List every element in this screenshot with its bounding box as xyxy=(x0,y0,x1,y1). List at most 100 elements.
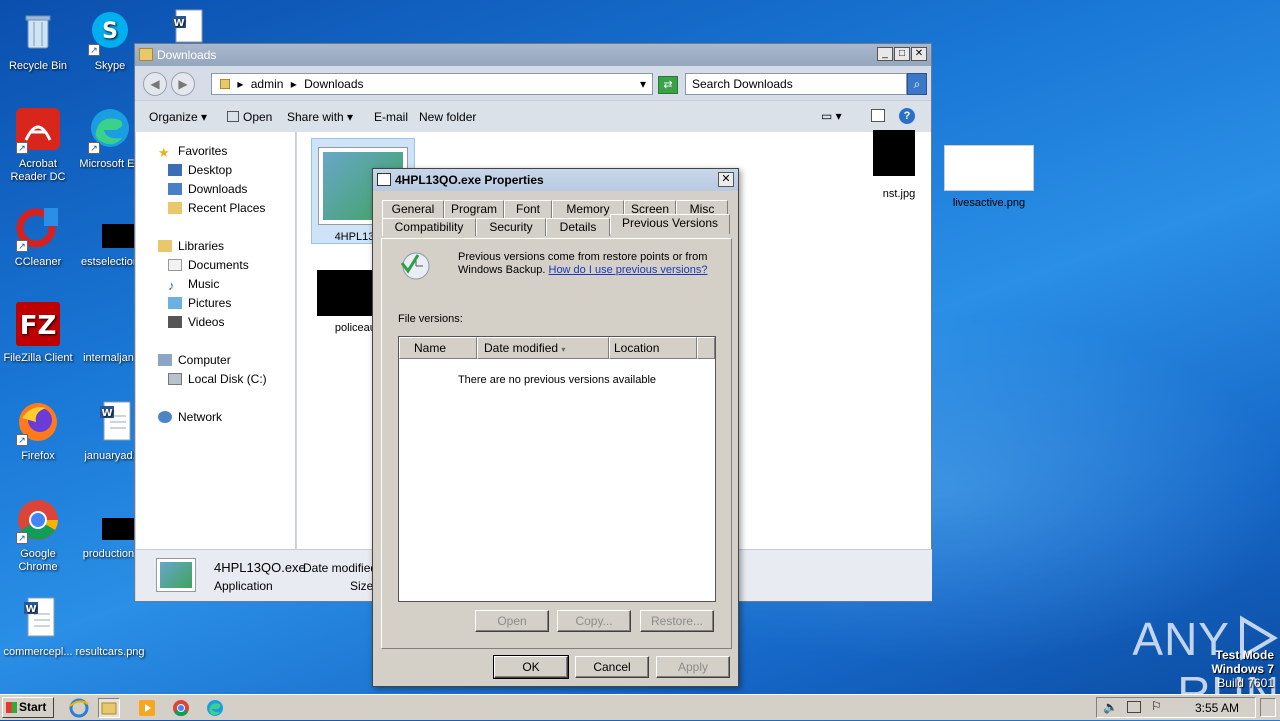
open-version-button[interactable]: Open xyxy=(475,610,549,632)
explorer-titlebar[interactable]: Downloads _ □ ✕ xyxy=(135,44,931,66)
chevron-down-icon[interactable]: ▾ xyxy=(640,74,646,94)
column-header-location[interactable]: Location xyxy=(609,337,697,359)
chevron-right-icon: ▸ xyxy=(237,77,244,91)
folder-icon xyxy=(220,79,230,89)
column-header-date-modified[interactable]: Date modified ▾ xyxy=(477,337,609,359)
sort-arrow-icon: ▾ xyxy=(561,345,566,354)
nav-music[interactable]: ♪ Music xyxy=(168,277,219,293)
nav-videos[interactable]: Videos xyxy=(168,315,224,329)
cancel-button[interactable]: Cancel xyxy=(575,656,649,678)
refresh-icon[interactable]: ⇄ xyxy=(658,76,678,94)
search-input[interactable]: Search Downloads xyxy=(685,73,907,95)
view-icon[interactable]: ▭ ▾ xyxy=(821,109,842,123)
dialog-close-button[interactable]: ✕ xyxy=(718,172,734,187)
black-thumbnail-icon xyxy=(86,496,134,544)
tab-program[interactable]: Program xyxy=(444,200,504,218)
ie-taskbar-icon[interactable] xyxy=(68,698,90,718)
media-player-taskbar-icon[interactable] xyxy=(136,698,158,718)
nav-libraries[interactable]: Libraries xyxy=(158,239,224,253)
folder-icon xyxy=(139,48,153,61)
nav-label: Recent Places xyxy=(188,201,266,215)
file-name: nst.jpg xyxy=(882,188,916,200)
apply-button[interactable]: Apply xyxy=(656,656,730,678)
network-tray-icon[interactable] xyxy=(1127,701,1141,713)
watermark-os: Windows 7 xyxy=(1211,662,1274,676)
share-with-button[interactable]: Share with ▾ xyxy=(287,110,353,124)
tab-security[interactable]: Security xyxy=(476,218,546,236)
volume-icon[interactable]: 🔈 xyxy=(1103,700,1118,714)
open-button[interactable]: Open xyxy=(227,110,272,124)
tab-details[interactable]: Details xyxy=(546,218,610,236)
breadcrumb-admin[interactable]: admin xyxy=(251,77,284,91)
address-box[interactable]: ▸ admin ▸ Downloads ▾ xyxy=(211,73,653,95)
tab-compatibility[interactable]: Compatibility xyxy=(382,218,476,236)
info-line-2: Windows Backup. xyxy=(458,264,546,276)
nav-local-disk[interactable]: Local Disk (C:) xyxy=(168,372,267,386)
tab-general[interactable]: General xyxy=(382,200,444,218)
preview-pane-icon[interactable] xyxy=(871,109,885,122)
dialog-title: 4HPL13QO.exe Properties xyxy=(395,173,544,187)
nav-computer[interactable]: Computer xyxy=(158,353,231,367)
explorer-taskbar-icon[interactable] xyxy=(98,698,120,718)
svg-text:FZ: FZ xyxy=(20,311,57,341)
desktop-icon-label: FileZilla Client xyxy=(3,352,73,364)
recycle-bin-desktop-icon[interactable]: Recycle Bin xyxy=(0,8,76,73)
breadcrumb-downloads[interactable]: Downloads xyxy=(304,77,363,91)
show-desktop-button[interactable] xyxy=(1260,698,1276,717)
app-icon xyxy=(156,558,196,592)
nav-downloads[interactable]: Downloads xyxy=(168,182,247,196)
dialog-titlebar[interactable]: 4HPL13QO.exe Properties ✕ xyxy=(373,169,738,191)
properties-dialog[interactable]: 4HPL13QO.exe Properties ✕ General Progra… xyxy=(372,168,739,687)
filezilla-desktop-icon[interactable]: FZ FileZilla Client xyxy=(0,300,76,365)
help-link[interactable]: How do I use previous versions? xyxy=(549,264,708,276)
nav-favorites[interactable]: ★ Favorites xyxy=(158,144,227,160)
maximize-button[interactable]: □ xyxy=(894,47,910,61)
column-header-name[interactable]: Name xyxy=(399,337,477,359)
nav-label: Pictures xyxy=(188,296,232,310)
blank-file-icon xyxy=(86,300,134,348)
copy-version-button[interactable]: Copy... xyxy=(557,610,631,632)
back-button[interactable]: ◀ xyxy=(143,72,167,96)
ccleaner-desktop-icon[interactable]: ↗ CCleaner xyxy=(0,204,76,269)
edge-taskbar-icon[interactable] xyxy=(204,698,226,718)
details-date-label: Date modified: xyxy=(303,561,381,575)
empty-list-message: There are no previous versions available xyxy=(457,374,657,386)
tab-previous-versions[interactable]: Previous Versions xyxy=(610,214,730,234)
tab-font[interactable]: Font xyxy=(504,200,552,218)
nav-recent-places[interactable]: Recent Places xyxy=(168,201,265,215)
acrobat-desktop-icon[interactable]: ↗ Acrobat Reader DC xyxy=(0,106,76,184)
pictures-icon xyxy=(168,297,182,309)
firefox-desktop-icon[interactable]: ↗ Firefox xyxy=(0,398,76,463)
file-item[interactable]: livesactive.png xyxy=(937,145,1041,209)
test-mode-watermark: Test Mode Windows 7 Build 7601 xyxy=(1150,648,1274,690)
nav-pictures[interactable]: Pictures xyxy=(168,296,231,310)
file-item[interactable]: nst.jpg xyxy=(855,188,943,200)
new-folder-button[interactable]: New folder xyxy=(419,110,476,124)
minimize-button[interactable]: _ xyxy=(877,47,893,61)
recycle-bin-icon xyxy=(14,8,62,56)
commercepl-desktop-icon[interactable]: W commercepl... xyxy=(0,594,76,659)
file-versions-list[interactable]: Name Date modified ▾ Location There are … xyxy=(398,336,716,602)
search-icon[interactable]: ⌕ xyxy=(907,73,927,95)
chrome-desktop-icon[interactable]: ↗ Google Chrome xyxy=(0,496,76,574)
nav-desktop[interactable]: Desktop xyxy=(168,163,232,177)
ok-button[interactable]: OK xyxy=(493,655,569,679)
email-button[interactable]: E-mail xyxy=(374,110,408,124)
chrome-taskbar-icon[interactable] xyxy=(170,698,192,718)
resultcars-desktop-icon[interactable]: resultcars.png xyxy=(72,594,148,659)
nav-label: Downloads xyxy=(188,182,248,196)
music-icon: ♪ xyxy=(168,278,175,293)
clock[interactable]: 3:55 AM xyxy=(1195,701,1239,715)
svg-text:W: W xyxy=(173,18,184,29)
close-button[interactable]: ✕ xyxy=(911,47,927,61)
action-center-flag-icon[interactable]: ⚐ xyxy=(1151,699,1162,713)
nav-documents[interactable]: Documents xyxy=(168,258,249,272)
black-thumbnail-icon xyxy=(86,204,134,252)
start-button[interactable]: Start xyxy=(2,697,54,718)
forward-button[interactable]: ▶ xyxy=(171,72,195,96)
nav-network[interactable]: Network xyxy=(158,410,222,424)
organize-button[interactable]: Organize ▾ xyxy=(149,110,207,124)
restore-version-button[interactable]: Restore... xyxy=(640,610,714,632)
help-icon[interactable]: ? xyxy=(899,108,915,124)
svg-text:W: W xyxy=(25,604,36,615)
